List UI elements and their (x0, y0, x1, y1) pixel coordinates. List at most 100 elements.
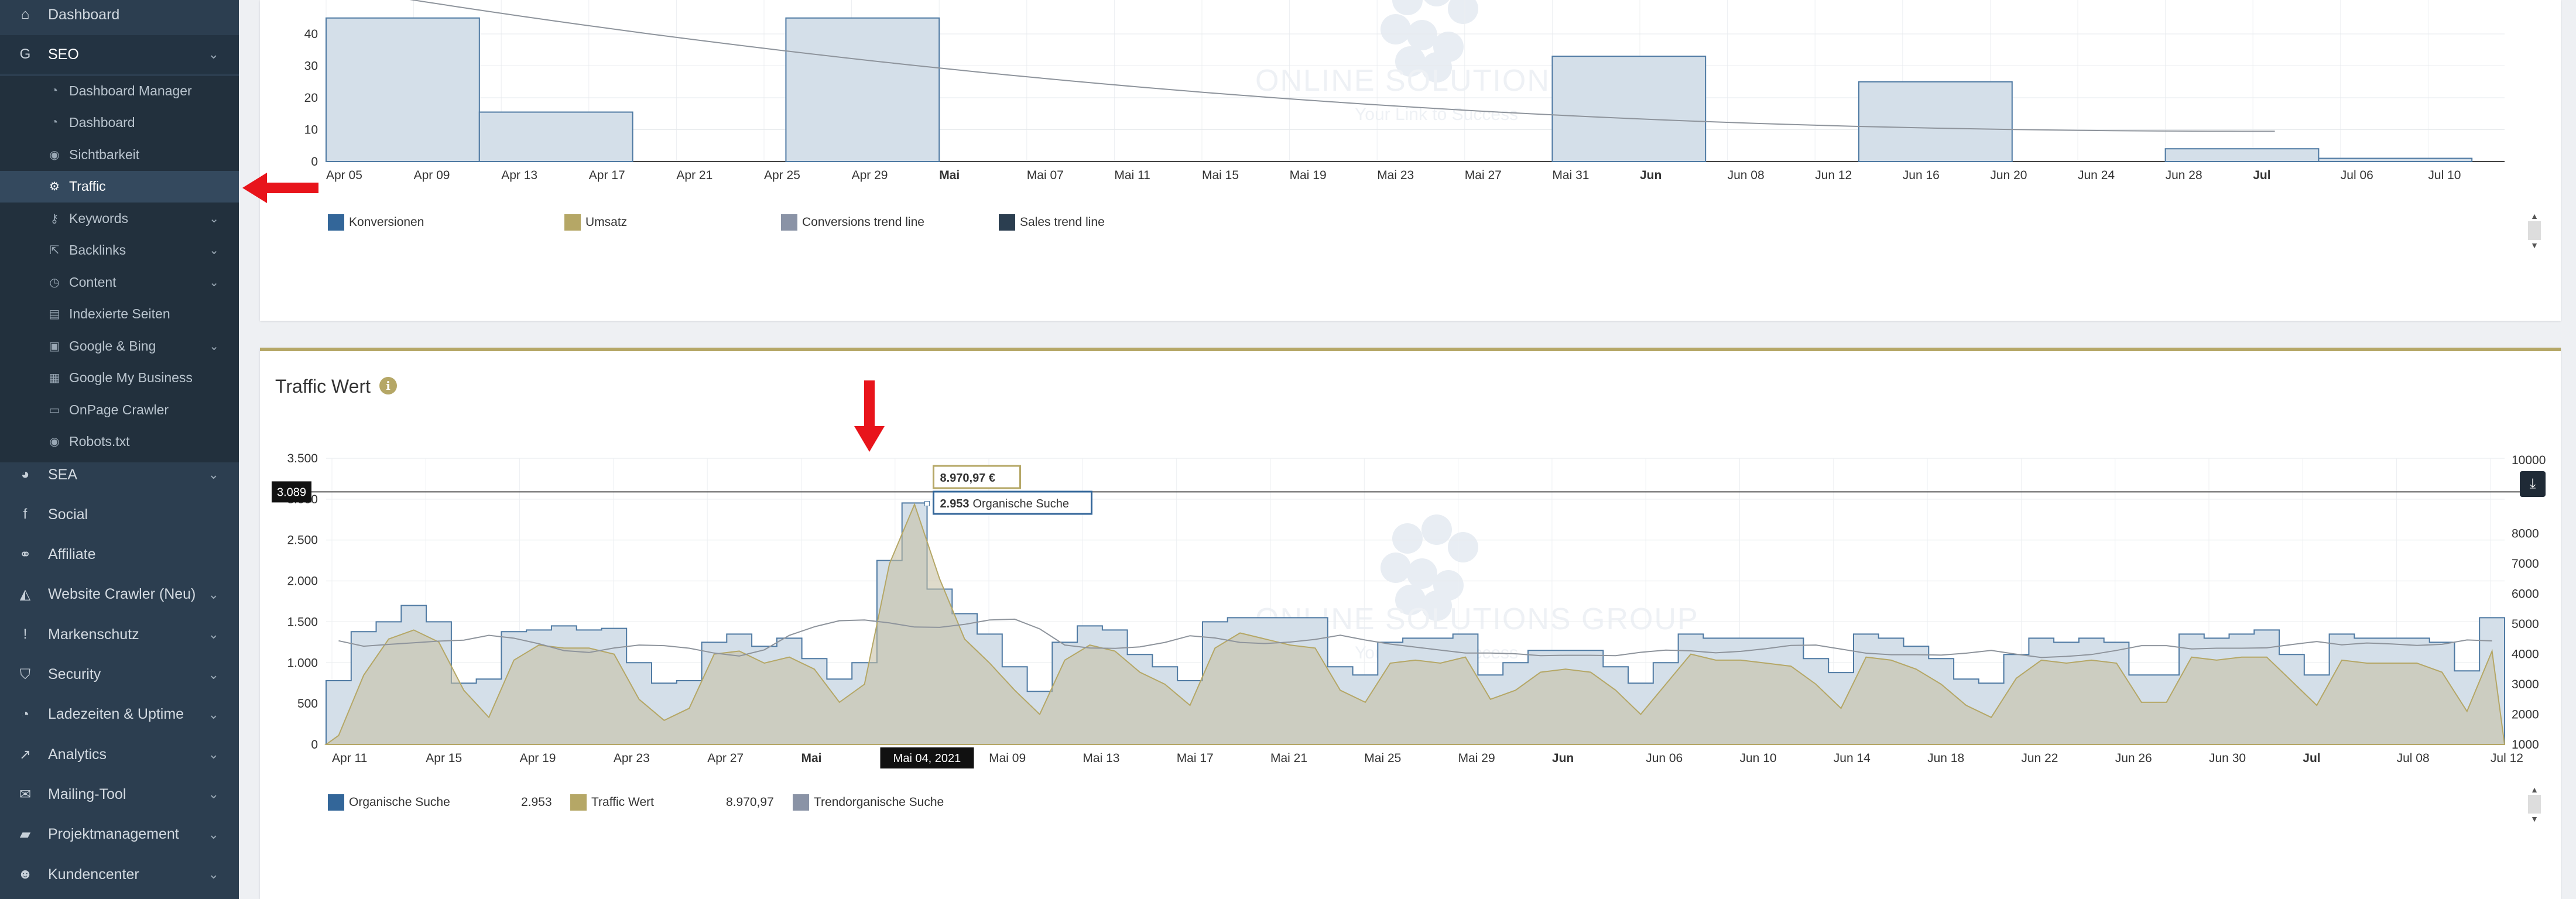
chevron-down-icon: ⌄ (208, 787, 219, 802)
sidebar-subitem-label: Indexierte Seiten (69, 306, 170, 321)
sidebar-item-sea[interactable]: ◕ SEA ⌄ (0, 455, 239, 494)
legend-item[interactable]: Traffic Wert (570, 794, 654, 811)
sidebar-subitem-content[interactable]: ◷ Content ⌄ (0, 266, 239, 298)
watermark-logo-hex (1392, 523, 1423, 554)
sidebar-item-label: SEO (48, 46, 79, 63)
x-tick-label: Jun 24 (2078, 169, 2115, 182)
sidebar-item-projektmanagement[interactable]: ▰ Projektmanagement ⌄ (0, 815, 239, 854)
sidebar-item-label: Kundencenter (48, 866, 139, 883)
sidebar-item-seo[interactable]: G SEO ⌄ (0, 35, 239, 74)
x-tick-label: Mai 17 (1177, 752, 1214, 765)
sidebar-subitem-label: Traffic (69, 179, 106, 194)
x-tick-label: Mai (801, 752, 822, 765)
sidebar-subitem-robots-txt[interactable]: ◉ Robots.txt (0, 426, 239, 458)
sidebar-item-label: Website Crawler (Neu) (48, 586, 196, 603)
x-tick-label: Jul (2253, 169, 2270, 182)
sidebar-item-label: Mailing-Tool (48, 785, 126, 802)
sidebar-item-dashboard[interactable]: ⌂ Dashboard (0, 0, 239, 34)
conversion-bar (478, 111, 633, 162)
sidebar-subitem-onpage-crawler[interactable]: ▭ OnPage Crawler (0, 394, 239, 426)
y-right-tick-label: 2000 (2512, 708, 2539, 722)
sidebar-subitem-sichtbarkeit[interactable]: ◉ Sichtbarkeit (0, 139, 239, 170)
store-icon: ▦ (49, 372, 60, 385)
sidebar-item-label: Social (48, 506, 88, 523)
x-tick-label: Jun 22 (2021, 752, 2058, 765)
sidebar-subitem-backlinks[interactable]: ⇱ Backlinks ⌄ (0, 235, 239, 266)
legend-item[interactable]: Conversions trend line (781, 214, 924, 231)
watermark-logo-hex (1381, 14, 1411, 44)
y-left-tick-label: 1.500 (287, 615, 318, 629)
legend-item[interactable]: Sales trend line (999, 214, 1105, 231)
sidebar-subitem-traffic[interactable]: ⚙ Traffic (0, 170, 239, 203)
legend-value: 8.970,97 (726, 795, 774, 809)
x-tick-label: Jun 20 (1990, 169, 2027, 182)
red-arrow-down-icon (854, 380, 885, 452)
legend-label: Trendorganische Suche (814, 795, 944, 809)
x-tick-label: Apr 11 (332, 752, 367, 765)
y-left-tick-label: 500 (297, 697, 318, 711)
sidebar-subitem-google-my-business[interactable]: ▦ Google My Business (0, 362, 239, 394)
x-tick-label: Jun 28 (2166, 169, 2202, 182)
conversions-card: ONLINE SOLUTIONS GROUP Your Link to Succe… (260, 0, 2561, 321)
x-tick-label: Mai 09 (989, 752, 1026, 765)
legend-item[interactable]: Umsatz (564, 214, 627, 231)
x-tick-label: Jun 14 (1834, 752, 1871, 765)
legend-value: 2.953 (521, 795, 552, 809)
legend-scrollbar[interactable]: ▲ ▼ (2528, 784, 2541, 824)
sidebar-subitem-label: Content (69, 274, 117, 290)
legend-swatch (564, 214, 581, 231)
sidebar-subitem-google-bing[interactable]: ▣ Google & Bing ⌄ (0, 330, 239, 362)
legend-item[interactable]: Trendorganische Suche (793, 794, 944, 811)
x-tick-label: Jun (1640, 169, 1662, 182)
line-chart-icon: ↗ (19, 746, 32, 763)
legend-item[interactable]: Organische Suche (328, 794, 450, 811)
envelope-icon: ✉ (19, 786, 32, 802)
sidebar-item-label: Affiliate (48, 546, 96, 563)
sidebar-subitem-dashboard-manager[interactable]: ◔ Dashboard Manager (0, 75, 239, 107)
x-tick-label: Mai 19 (1290, 169, 1327, 182)
sidebar-subitem-keywords[interactable]: ⚷ Keywords ⌄ (0, 203, 239, 234)
sidebar-item-mailing-tool[interactable]: ✉ Mailing-Tool ⌄ (0, 775, 239, 814)
legend-scrollbar[interactable]: ▲ ▼ (2528, 211, 2541, 251)
sidebar-item-website-crawler-neu[interactable]: ◭ Website Crawler (Neu) ⌄ (0, 575, 239, 614)
watermark-logo-hex (1407, 558, 1437, 589)
x-tick-label: Mai 21 (1270, 752, 1307, 765)
sidebar-item-ladezeiten-uptime[interactable]: ◔ Ladezeiten & Uptime ⌄ (0, 695, 239, 734)
red-arrow-left-icon (242, 173, 318, 203)
download-button[interactable]: ⤓ (2520, 471, 2546, 497)
key-icon: ⚷ (50, 212, 59, 225)
sidebar-subitem-label: Dashboard (69, 115, 135, 130)
sidebar-subitem-dashboard[interactable]: ◔ Dashboard (0, 107, 239, 139)
chevron-down-icon: ⌄ (209, 339, 219, 353)
sidebar-item-analytics[interactable]: ↗ Analytics ⌄ (0, 735, 239, 774)
legend-swatch (781, 214, 797, 231)
sidebar-subitem-label: Sichtbarkeit (69, 146, 140, 162)
legend-item[interactable]: Konversionen (328, 214, 424, 231)
gauge-icon: ◔ (50, 84, 59, 97)
sidebar-subitem-label: Dashboard Manager (69, 83, 192, 98)
x-tick-label: Mai 29 (1458, 752, 1495, 765)
cogs-icon: ⚙ (49, 180, 60, 193)
sidebar-item-security[interactable]: ⛉ Security ⌄ (0, 656, 239, 694)
y-tick-label: 0 (311, 155, 318, 169)
x-tick-label: Mai 13 (1083, 752, 1119, 765)
sidebar-item-kundencenter[interactable]: ☻ Kundencenter ⌄ (0, 855, 239, 894)
x-tick-label: Jul 08 (2397, 752, 2430, 765)
y-left-tick-label: 2.000 (287, 575, 318, 588)
sidebar-subitem-indexierte-seiten[interactable]: ▤ Indexierte Seiten (0, 298, 239, 330)
chevron-down-icon: ⌄ (208, 826, 219, 842)
y-tick-label: 40 (304, 28, 318, 41)
watermark-slogan: Your Link to Success (1355, 105, 1518, 124)
chevron-down-icon: ⌄ (209, 276, 219, 289)
sidebar-item-markenschutz[interactable]: ! Markenschutz ⌄ (0, 615, 239, 654)
conversion-bar (2318, 157, 2473, 162)
watermark-logo-hex (1424, 0, 1450, 6)
sidebar: ⌂ Dashboard G SEO ⌄ ◔ Dashboard Manager ◔ Dashbo… (0, 0, 239, 899)
legend-swatch (328, 214, 344, 231)
chevron-down-icon: ⌄ (208, 47, 219, 61)
sidebar-item-social[interactable]: f Social (0, 495, 239, 534)
sidebar-item-affiliate[interactable]: ⚭ Affiliate (0, 536, 239, 574)
home-icon: ⌂ (20, 6, 30, 22)
sidebar-subitem-label: Google My Business (69, 370, 193, 385)
x-tick-label: Jul 06 (2341, 169, 2373, 182)
